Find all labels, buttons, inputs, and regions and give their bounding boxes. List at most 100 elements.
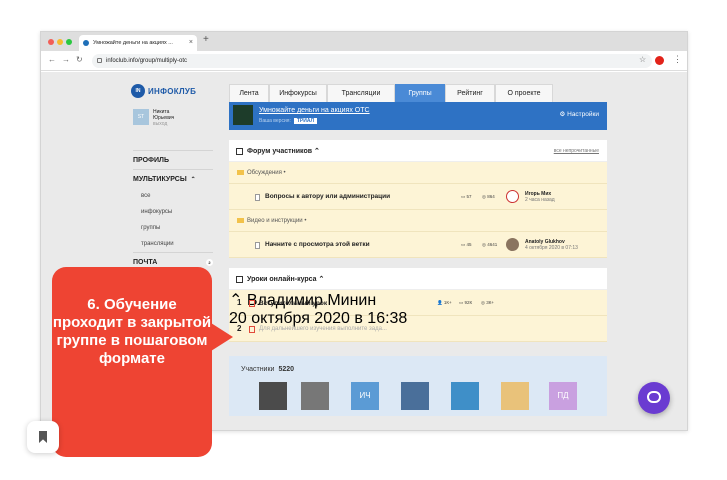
forum-icon [236, 148, 243, 155]
group-banner: Умножайте деньги на акциях ОТС Ваша верс… [229, 102, 607, 130]
logo-text: ИНФОКЛУБ [148, 86, 197, 96]
lesson-number: 2 [237, 324, 242, 333]
avatar[interactable]: ПД [549, 382, 577, 410]
minimize-window-button[interactable] [57, 39, 63, 45]
tab-about[interactable]: О проекте [495, 84, 553, 102]
settings-button[interactable]: ⚙ Настройки [559, 110, 599, 118]
user-card: ST Никита Юрьевич выход [133, 109, 174, 127]
avatar[interactable] [451, 382, 479, 410]
mail-count-badge: 2 [206, 259, 213, 266]
tab-close-icon[interactable]: × [189, 35, 193, 51]
sidebar-item-profile[interactable]: ПРОФИЛЬ [133, 150, 213, 169]
favicon-icon [83, 40, 89, 46]
main-tabs: Лента Инфокурсы Трансляции Группы Рейтин… [229, 84, 607, 102]
comments-count: ▭ 45 [461, 242, 472, 247]
avatar[interactable] [506, 238, 519, 251]
document-icon [255, 242, 260, 249]
group-title-link[interactable]: Умножайте деньги на акциях ОТС [259, 107, 370, 114]
thread-title[interactable]: Вопросы к автору или администрации [265, 193, 390, 200]
chat-bubble-icon [647, 391, 661, 403]
sidebar-item-multicourses[interactable]: МУЛЬТИКУРСЫ ⌃ [133, 169, 213, 188]
document-icon [255, 194, 260, 201]
browser-menu-icon[interactable]: ⋮ [673, 54, 682, 65]
chat-button[interactable] [638, 382, 670, 414]
lesson-row[interactable]: 1 Вступительный урок 👤 1К+ ▭ 92К ◎ 3К+ ⌃… [229, 290, 607, 327]
views-count: ◎ 4641 [482, 242, 498, 247]
members-count: 5220 [278, 366, 295, 373]
version-label: Ваша версия: ТРИАЛ [259, 118, 318, 124]
lessons-panel: Уроки онлайн-курса ⌃ 1 Вступительный уро… [229, 268, 607, 342]
back-icon[interactable]: ← [48, 55, 56, 64]
avatar[interactable] [501, 382, 529, 410]
forum-thread-row[interactable]: Начните с просмотра этой ветки ▭ 45 ◎ 46… [229, 232, 607, 258]
main-content: Лента Инфокурсы Трансляции Группы Рейтин… [229, 84, 607, 416]
sidebar-subitem-broadcasts[interactable]: трансляции [133, 236, 213, 252]
logo-mark-icon: IN [131, 84, 145, 98]
chevron-up-icon: ⌃ [190, 177, 196, 183]
members-label: Участники 5220 [241, 366, 295, 373]
avatar[interactable] [401, 382, 429, 410]
bookmark-button[interactable] [27, 421, 59, 453]
last-author: Anatoly Glukhov 4 октября 2020 в 07:13 [525, 239, 578, 251]
avatar[interactable] [506, 190, 519, 203]
forum-category[interactable]: Обсуждения • [229, 162, 607, 184]
browser-tab-title: Умножайте деньги на акциях ... [93, 40, 173, 46]
avatar[interactable]: ИЧ [351, 382, 379, 410]
students-count: 👤 1К+ [437, 300, 452, 305]
address-bar: ← → ↻ infoclub.info/group/multiply-otc ☆… [41, 51, 687, 71]
sidebar: ПРОФИЛЬ МУЛЬТИКУРСЫ ⌃ все инфокурсы групп… [133, 150, 213, 271]
folder-icon [237, 170, 244, 175]
callout-pointer [211, 323, 233, 351]
sidebar-subitem-all[interactable]: все [133, 188, 213, 204]
tab-rating[interactable]: Рейтинг [445, 84, 495, 102]
avatar[interactable] [259, 382, 287, 410]
views-count: ◎ 864 [482, 194, 495, 199]
tab-feed[interactable]: Лента [229, 84, 269, 102]
bookmark-star-icon[interactable]: ☆ [639, 55, 646, 64]
sidebar-subitem-infocourses[interactable]: инфокурсы [133, 204, 213, 220]
url-text: infoclub.info/group/multiply-otc [106, 58, 188, 64]
forward-icon[interactable]: → [62, 55, 70, 64]
extension-icon[interactable] [655, 56, 664, 65]
lesson-number: 1 [237, 298, 242, 307]
lesson-title[interactable]: Вступительный урок [259, 300, 327, 307]
trial-badge: ТРИАЛ [293, 118, 318, 124]
tab-infocourses[interactable]: Инфокурсы [269, 84, 327, 102]
forum-category[interactable]: Видео и инструкции • [229, 210, 607, 232]
tab-groups[interactable]: Группы [395, 84, 445, 102]
new-tab-icon[interactable]: + [203, 34, 209, 45]
tab-broadcasts[interactable]: Трансляции [327, 84, 395, 102]
lesson-icon [249, 300, 255, 307]
sidebar-subitem-groups[interactable]: группы [133, 220, 213, 236]
logout-link[interactable]: выход [153, 121, 174, 127]
bookmark-icon [39, 431, 47, 443]
lessons-header[interactable]: Уроки онлайн-курса ⌃ [229, 268, 607, 290]
browser-tab[interactable]: Умножайте деньги на акциях ... × [79, 35, 197, 51]
lessons-title: Уроки онлайн-курса ⌃ [247, 276, 325, 283]
members-block: Участники 5220 ИЧ ПД [229, 356, 607, 416]
forum-header[interactable]: Форум участников ⌃ все непрочитанные [229, 140, 607, 162]
locked-lesson-placeholder: Для дальнейшего изучения выполните зада.… [259, 326, 387, 332]
lesson-row-locked: 2 Для дальнейшего изучения выполните зад… [229, 316, 607, 342]
lesson-icon [249, 326, 255, 333]
views-count: ◎ 3К+ [481, 300, 494, 305]
folder-icon [237, 218, 244, 223]
user-name: Никита Юрьевич выход [153, 109, 175, 127]
thread-title[interactable]: Начните с просмотра этой ветки [265, 241, 370, 248]
reload-icon[interactable]: ↻ [76, 55, 83, 64]
forum-thread-row[interactable]: Вопросы к автору или администрации ▭ 57 … [229, 184, 607, 210]
tab-bar: Умножайте деньги на акциях ... × + [41, 32, 687, 51]
avatar[interactable]: ST [133, 109, 149, 125]
unread-link[interactable]: все непрочитанные [554, 148, 599, 154]
site-logo[interactable]: IN ИНФОКЛУБ [131, 84, 196, 98]
close-window-button[interactable] [48, 39, 54, 45]
forum-panel: Форум участников ⌃ все непрочитанные Обс… [229, 140, 607, 258]
forum-title: Форум участников ⌃ [247, 148, 320, 155]
group-thumbnail [233, 105, 253, 125]
avatar[interactable] [301, 382, 329, 410]
maximize-window-button[interactable] [66, 39, 72, 45]
callout-bubble: 6. Обучение проходит в закрытой группе в… [52, 267, 233, 457]
url-field[interactable]: infoclub.info/group/multiply-otc [92, 54, 652, 68]
callout-text: 6. Обучение проходит в закрытой группе в… [52, 296, 212, 367]
last-author: Игорь Мих 2 часа назад [525, 191, 555, 203]
